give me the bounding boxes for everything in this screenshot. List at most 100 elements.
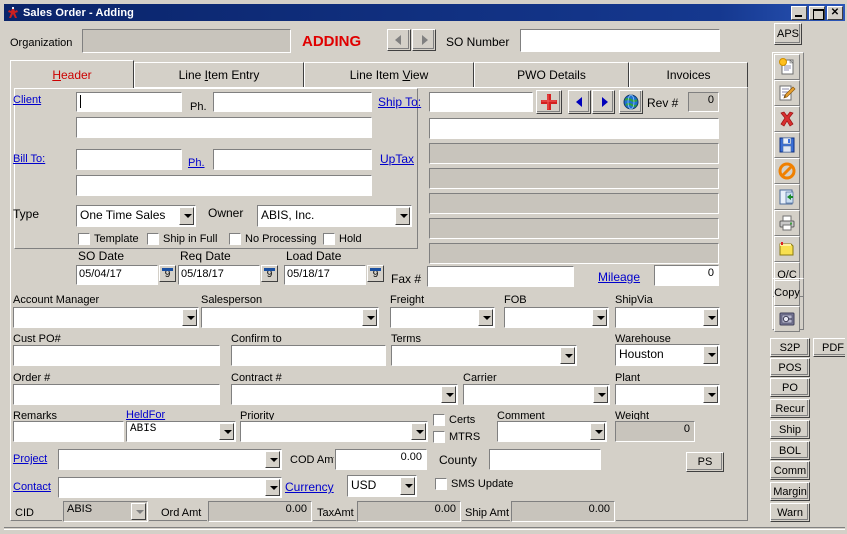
checkbox-mtrs[interactable]: MTRS bbox=[432, 430, 480, 444]
held-for-link[interactable]: HeldFor bbox=[126, 409, 165, 421]
so-date-field[interactable]: 05/04/17 bbox=[75, 264, 159, 286]
county-field[interactable] bbox=[488, 448, 602, 471]
globe-map-button[interactable] bbox=[619, 90, 643, 114]
salesperson-combo[interactable] bbox=[200, 306, 380, 329]
ship-to-link[interactable]: Ship To: bbox=[378, 96, 421, 108]
cancel-record-icon[interactable] bbox=[774, 158, 800, 184]
checkbox-box[interactable] bbox=[228, 232, 242, 246]
owner-combo[interactable]: ABIS, Inc. bbox=[256, 204, 413, 228]
organization-field[interactable] bbox=[81, 28, 292, 54]
bill-to-phone-field[interactable] bbox=[212, 148, 373, 171]
close-button[interactable]: ✕ bbox=[827, 5, 843, 20]
order-field[interactable] bbox=[12, 383, 221, 406]
exit-icon[interactable] bbox=[774, 184, 800, 210]
bill-to-field[interactable] bbox=[75, 148, 183, 171]
contact-combo[interactable] bbox=[57, 476, 283, 499]
chevron-down-icon[interactable] bbox=[179, 207, 194, 225]
currency-combo[interactable]: USD bbox=[346, 474, 418, 498]
chevron-down-icon[interactable] bbox=[478, 309, 493, 326]
type-combo[interactable]: One Time Sales bbox=[75, 204, 197, 228]
ship-to-address-line-1[interactable] bbox=[428, 117, 720, 140]
chevron-down-icon[interactable] bbox=[703, 309, 718, 326]
checkbox-box[interactable] bbox=[146, 232, 160, 246]
project-combo[interactable] bbox=[57, 448, 283, 471]
recur-button[interactable]: Recur bbox=[770, 399, 810, 418]
maximize-button[interactable] bbox=[809, 5, 825, 20]
so-date-calendar-icon[interactable]: 9 bbox=[159, 265, 176, 282]
contact-link[interactable]: Contact bbox=[13, 481, 51, 493]
notes-icon[interactable] bbox=[774, 236, 800, 262]
warn-button[interactable]: Warn bbox=[770, 503, 810, 522]
req-date-calendar-icon[interactable]: 9 bbox=[261, 265, 278, 282]
chevron-down-icon[interactable] bbox=[590, 423, 605, 440]
delete-record-icon[interactable] bbox=[774, 106, 800, 132]
minimize-button[interactable] bbox=[791, 5, 807, 20]
s2p-button[interactable]: S2P bbox=[770, 338, 810, 357]
chevron-down-icon[interactable] bbox=[560, 347, 575, 364]
cod-amt-field[interactable]: 0.00 bbox=[334, 448, 428, 471]
currency-link[interactable]: Currency bbox=[285, 481, 334, 493]
chevron-down-icon[interactable] bbox=[362, 309, 377, 326]
fax-field[interactable] bbox=[426, 265, 575, 288]
vault-icon[interactable] bbox=[774, 306, 800, 332]
warehouse-combo[interactable]: Houston bbox=[614, 343, 721, 367]
checkbox-template[interactable]: Template bbox=[77, 232, 139, 246]
cid-combo[interactable]: ABIS bbox=[62, 500, 149, 523]
checkbox-box[interactable] bbox=[322, 232, 336, 246]
comm-button[interactable]: Comm bbox=[770, 461, 810, 480]
checkbox-certs[interactable]: Certs bbox=[432, 413, 475, 427]
chevron-down-icon[interactable] bbox=[593, 386, 608, 403]
mileage-field[interactable]: 0 bbox=[653, 264, 720, 287]
chevron-down-icon[interactable] bbox=[182, 309, 197, 326]
priority-combo[interactable] bbox=[239, 420, 429, 443]
fob-combo[interactable] bbox=[503, 306, 610, 329]
ship-to-field[interactable] bbox=[428, 91, 534, 113]
account-manager-combo[interactable] bbox=[12, 306, 200, 329]
ps-button[interactable]: PS bbox=[686, 452, 724, 472]
client-field[interactable] bbox=[75, 91, 183, 113]
client-phone-field[interactable] bbox=[212, 91, 373, 113]
prev-record-button[interactable] bbox=[387, 29, 411, 51]
save-record-icon[interactable] bbox=[774, 132, 800, 158]
carrier-combo[interactable] bbox=[462, 383, 611, 406]
ship-button[interactable]: Ship bbox=[770, 420, 810, 439]
tab-line-item-view[interactable]: Line Item View bbox=[304, 62, 474, 87]
chevron-down-icon[interactable] bbox=[400, 477, 415, 495]
chevron-down-icon[interactable] bbox=[441, 386, 456, 403]
client-address-field[interactable] bbox=[75, 116, 373, 139]
chevron-down-icon[interactable] bbox=[703, 346, 718, 364]
client-link[interactable]: Client bbox=[13, 94, 41, 106]
held-for-combo[interactable]: ABIS bbox=[125, 420, 237, 443]
bill-to-phone-link[interactable]: Ph. bbox=[188, 157, 205, 169]
freight-combo[interactable] bbox=[389, 306, 496, 329]
req-date-field[interactable]: 05/18/17 bbox=[177, 264, 261, 286]
checkbox-hold[interactable]: Hold bbox=[322, 232, 362, 246]
pdf-button[interactable]: PDF bbox=[813, 338, 845, 357]
bol-button[interactable]: BOL bbox=[770, 441, 810, 460]
comment-combo[interactable] bbox=[496, 420, 608, 443]
chevron-down-icon[interactable] bbox=[265, 479, 280, 496]
contract-combo[interactable] bbox=[230, 383, 459, 406]
next-record-button[interactable] bbox=[412, 29, 436, 51]
po-button[interactable]: PO bbox=[770, 378, 810, 397]
pos-button[interactable]: POS bbox=[770, 358, 810, 377]
chevron-down-icon[interactable] bbox=[592, 309, 607, 326]
chevron-down-icon[interactable] bbox=[131, 503, 146, 520]
load-date-field[interactable]: 05/18/17 bbox=[283, 264, 367, 286]
chevron-down-icon[interactable] bbox=[703, 386, 718, 403]
tab-pwo-details[interactable]: PWO Details bbox=[474, 62, 629, 87]
checkbox-box[interactable] bbox=[77, 232, 91, 246]
up-tax-link[interactable]: UpTax bbox=[380, 153, 414, 165]
tab-line-item-entry[interactable]: Line Item Entry bbox=[134, 62, 304, 87]
checkbox-box[interactable] bbox=[432, 430, 446, 444]
ship-via-combo[interactable] bbox=[614, 306, 721, 329]
checkbox-box[interactable] bbox=[432, 413, 446, 427]
copy-button[interactable]: Copy bbox=[774, 280, 800, 306]
edit-record-icon[interactable] bbox=[774, 80, 800, 106]
checkbox-box[interactable] bbox=[434, 477, 448, 491]
plant-combo[interactable] bbox=[614, 383, 721, 406]
aps-button[interactable]: APS bbox=[774, 23, 802, 45]
ship-to-prev-button[interactable] bbox=[568, 90, 591, 114]
project-link[interactable]: Project bbox=[13, 453, 47, 465]
print-icon[interactable] bbox=[774, 210, 800, 236]
